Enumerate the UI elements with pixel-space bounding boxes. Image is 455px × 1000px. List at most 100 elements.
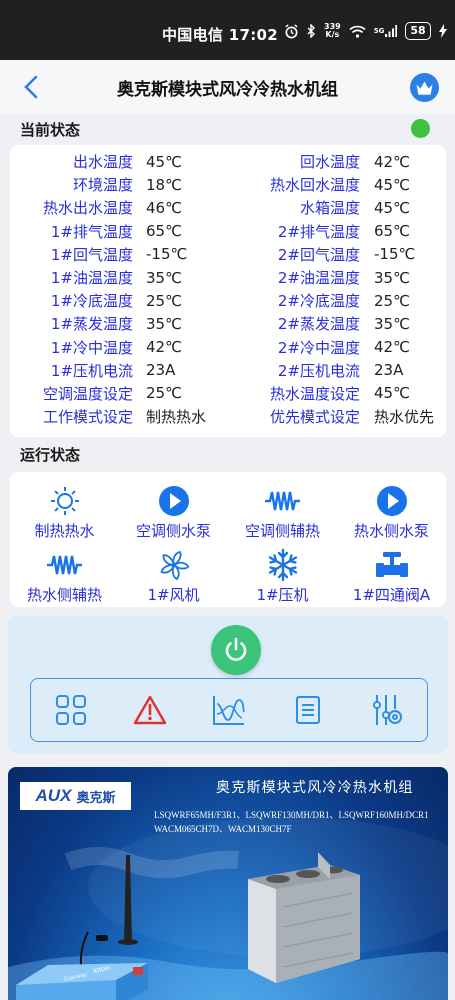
reading-label: 2#排气温度 <box>277 222 360 241</box>
parameter-settings-button[interactable] <box>367 690 407 730</box>
reading-label: 环境温度 <box>72 176 133 195</box>
reading-value: 制热热水 <box>146 408 207 427</box>
status-row: 出水温度 45℃ 回水温度 42℃ <box>10 150 446 173</box>
crown-icon[interactable] <box>415 80 434 95</box>
run-status-label: 1#压机 <box>256 586 309 604</box>
reading-value: 42℃ <box>374 152 410 171</box>
run-status-label: 热水侧水泵 <box>353 522 429 540</box>
function-toolbar <box>30 678 428 742</box>
reading-label: 热水出水温度 <box>42 199 133 218</box>
power-icon[interactable] <box>221 635 251 665</box>
reading-label: 2#油温温度 <box>277 269 360 288</box>
status-row: 1#冷底温度 25℃ 2#冷底温度 25℃ <box>10 289 446 312</box>
battery-indicator: 58 <box>405 22 431 40</box>
run-status-item: 1#风机 <box>119 541 228 605</box>
reading-label: 热水温度设定 <box>269 384 360 403</box>
reading-label: 1#排气温度 <box>50 222 133 241</box>
reading-label: 出水温度 <box>72 153 133 172</box>
status-row: 环境温度 18℃ 热水回水温度 45℃ <box>10 173 446 196</box>
reading-value: 35℃ <box>374 268 410 287</box>
reading-label: 工作模式设定 <box>42 408 133 427</box>
sun-icon <box>48 483 82 518</box>
reading-value: 23A <box>146 361 176 380</box>
run-status-item: 1#压机 <box>228 541 337 605</box>
product-banner: lotcer Gateway AUX 奥克斯 奥克斯模块式风冷冷热水机组 LSQ… <box>8 767 448 1000</box>
reading-label: 1#压机电流 <box>50 361 133 380</box>
run-status-label: 空调侧水泵 <box>135 522 211 540</box>
vip-crown-button[interactable] <box>410 73 439 102</box>
run-status-grid: 制热热水 空调侧水泵 空调侧辅热 热水侧水泵热水侧辅热 1#风机 1#压机 1#四通阀A <box>10 477 446 605</box>
trend-chart-button[interactable] <box>209 690 249 730</box>
control-panel <box>8 616 448 753</box>
reading-value: 42℃ <box>374 338 410 357</box>
reading-label: 回水温度 <box>299 153 360 172</box>
status-row: 1#压机电流 23A 2#压机电流 23A <box>10 359 446 382</box>
run-status-item: 制热热水 <box>10 477 119 541</box>
reading-value: 65℃ <box>374 222 410 241</box>
reading-label: 热水回水温度 <box>269 176 360 195</box>
brand-logo: AUX 奥克斯 <box>20 782 131 810</box>
wifi-icon <box>349 25 366 38</box>
app-header: 奥克斯模块式风冷冷热水机组 <box>0 60 455 114</box>
current-status-heading: 当前状态 <box>20 121 81 139</box>
run-status-item: 空调侧辅热 <box>228 477 337 541</box>
reading-value: 25℃ <box>146 291 182 310</box>
reading-value: 23A <box>374 361 404 380</box>
pump-icon <box>375 483 409 518</box>
run-status-item: 热水侧辅热 <box>10 541 119 605</box>
records-list-button[interactable] <box>288 690 328 730</box>
run-status-item: 1#四通阀A <box>337 541 446 605</box>
reading-label: 水箱温度 <box>299 199 360 218</box>
status-row: 1#回气温度 -15℃ 2#回气温度 -15℃ <box>10 243 446 266</box>
status-row: 热水出水温度 46℃ 水箱温度 45℃ <box>10 196 446 219</box>
banner-title: 奥克斯模块式风冷冷热水机组 <box>216 780 414 796</box>
reading-value: -15℃ <box>146 245 188 264</box>
reading-value: 42℃ <box>146 338 182 357</box>
system-status-bar: 中国电信 17:02 339 K/s 5G 58 <box>0 0 455 60</box>
alarm-clock-icon <box>284 23 299 39</box>
run-status-label: 热水侧辅热 <box>26 586 102 604</box>
grid-icon[interactable] <box>55 694 87 726</box>
model-list-line1: LSQWRF65MH/F3R1、LSQWRF130MH/DR1、LSQWRF16… <box>154 810 429 820</box>
model-list-line2: WACM065CH7D、WACM130CH7F <box>154 824 292 834</box>
reading-label: 1#油温温度 <box>50 269 133 288</box>
bluetooth-icon <box>307 24 316 38</box>
run-status-item: 空调侧水泵 <box>119 477 228 541</box>
reading-value: 18℃ <box>146 175 182 194</box>
power-button[interactable] <box>211 625 261 675</box>
reading-value: 45℃ <box>374 175 410 194</box>
status-icons: 339 K/s 5G 58 <box>284 22 447 40</box>
reading-value: 45℃ <box>374 198 410 217</box>
fan-icon <box>157 547 191 582</box>
list-icon[interactable] <box>294 694 322 726</box>
run-status-label: 空调侧辅热 <box>244 522 320 540</box>
status-readings: 出水温度 45℃ 回水温度 42℃ 环境温度 18℃ 热水回水温度 45℃ 热水出水温度 46℃ 水… <box>10 145 446 428</box>
status-row: 工作模式设定 制热热水 优先模式设定 热水优先 <box>10 405 446 428</box>
alarm-icon[interactable] <box>133 695 167 725</box>
reading-value: 25℃ <box>146 384 182 403</box>
online-status-indicator <box>411 119 430 138</box>
status-row: 1#蒸发温度 35℃ 2#蒸发温度 35℃ <box>10 312 446 335</box>
pump-icon <box>157 483 191 518</box>
run-status-label: 1#四通阀A <box>352 586 431 604</box>
menu-grid-button[interactable] <box>51 690 91 730</box>
reading-value: 65℃ <box>146 222 182 241</box>
reading-label: 空调温度设定 <box>42 384 133 403</box>
alarm-button[interactable] <box>130 690 170 730</box>
reading-value: 25℃ <box>374 291 410 310</box>
status-row: 空调温度设定 25℃ 热水温度设定 45℃ <box>10 382 446 405</box>
reading-label: 2#压机电流 <box>277 361 360 380</box>
cellular-signal-icon: 5G <box>374 25 398 37</box>
chart-icon[interactable] <box>212 694 246 726</box>
reading-value: 45℃ <box>146 152 182 171</box>
status-row: 1#冷中温度 42℃ 2#冷中温度 42℃ <box>10 336 446 359</box>
reading-label: 2#冷底温度 <box>277 292 360 311</box>
heater-icon <box>264 483 302 518</box>
run-status-item: 热水侧水泵 <box>337 477 446 541</box>
settings-icon[interactable] <box>370 693 404 727</box>
reading-label: 1#冷底温度 <box>50 292 133 311</box>
reading-label: 2#回气温度 <box>277 245 360 264</box>
current-status-card: 出水温度 45℃ 回水温度 42℃ 环境温度 18℃ 热水回水温度 45℃ 热水出水温度 46℃ 水… <box>10 145 446 437</box>
valve-icon <box>375 547 409 582</box>
reading-value: 45℃ <box>374 384 410 403</box>
